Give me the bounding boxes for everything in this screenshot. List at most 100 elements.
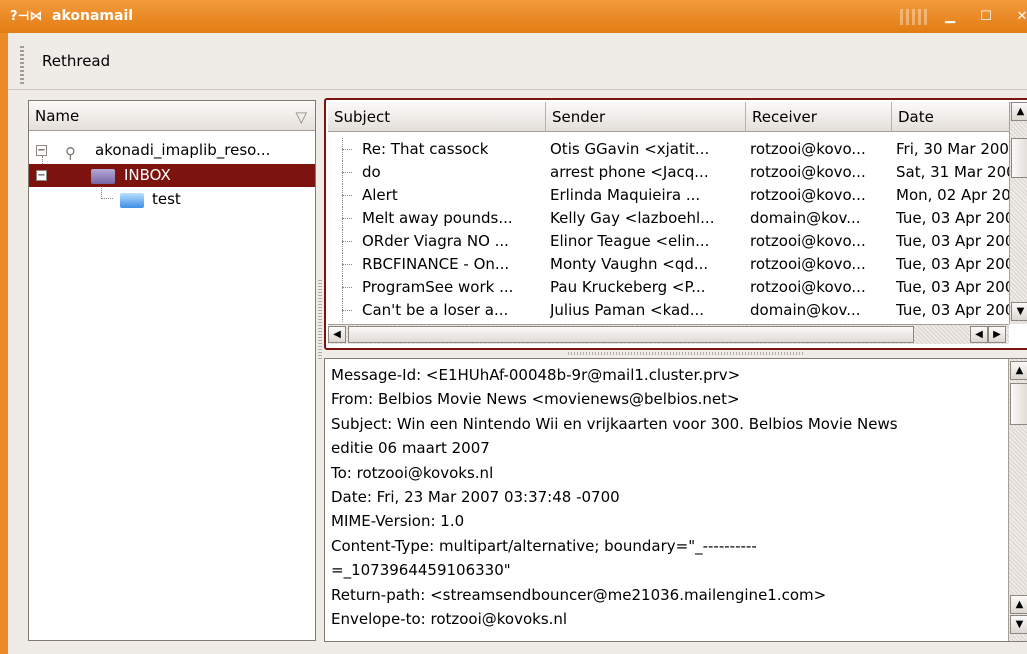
sender-cell: Monty Vaughn <qd... [550, 255, 709, 273]
title-decoration [900, 9, 930, 25]
title-bar[interactable]: ?⊣⋈ akonamail ▁ ☐ ✕ [0, 0, 1027, 33]
sender-cell: Erlinda Maquieira ... [550, 186, 701, 204]
sender-cell: Pau Kruckeberg <P... [550, 278, 706, 296]
date-cell: Tue, 03 Apr 2007 [896, 301, 1009, 319]
close-icon[interactable]: ✕ [1014, 9, 1027, 24]
folder-item-label: test [152, 190, 181, 208]
message-row[interactable]: Alert Erlinda Maquieira ... rotzooi@kovo..… [328, 184, 1009, 207]
subject-cell: Can't be a loser a... [362, 301, 509, 319]
message-list-hscrollbar[interactable]: ◀ ◀ ▶ [328, 324, 1009, 344]
message-list-viewport: Subject Sender Receiver Date Re: That ca… [328, 102, 1009, 346]
scroll-left-icon[interactable]: ◀ [970, 326, 988, 343]
thread-connector [342, 264, 352, 265]
scroll-thumb[interactable] [1010, 383, 1027, 425]
subject-cell: Alert [362, 186, 398, 204]
window-title: akonamail [52, 8, 134, 24]
sender-cell: Elinor Teague <elin... [550, 232, 710, 250]
sort-indicator-icon: ▽ [295, 108, 307, 126]
date-cell: Sat, 31 Mar 2007 [896, 163, 1009, 181]
message-row[interactable]: RBCFINANCE - On... Monty Vaughn <qd... rot… [328, 253, 1009, 276]
header-line: MIME-Version: 1.0 [331, 512, 465, 531]
scroll-down-icon[interactable]: ▼ [1010, 615, 1027, 634]
header-line: Return-path: <streamsendbouncer@me21036.… [331, 585, 827, 604]
thread-connector [342, 149, 352, 150]
receiver-cell: domain@kov... [750, 301, 861, 319]
receiver-cell: rotzooi@kovo... [750, 163, 866, 181]
folder-item-inbox[interactable]: − INBOX [29, 164, 315, 187]
sender-cell: Kelly Gay <lazboehl... [550, 209, 715, 227]
message-row[interactable]: do arrest phone <Jacq... rotzooi@kovo... Sa… [328, 161, 1009, 184]
folder-tree-header[interactable]: Name ▽ [29, 101, 315, 131]
sender-cell: Julius Paman <kad... [550, 301, 705, 319]
scroll-up-icon[interactable]: ▲ [1010, 361, 1027, 380]
folder-item-label: INBOX [124, 166, 171, 184]
receiver-cell: rotzooi@kovo... [750, 278, 866, 296]
scroll-left-icon[interactable]: ◀ [328, 326, 346, 343]
receiver-cell: rotzooi@kovo... [750, 140, 866, 158]
message-list-header: Subject Sender Receiver Date [328, 102, 1009, 132]
header-line: Date: Fri, 23 Mar 2007 03:37:48 -0700 [331, 488, 620, 507]
viewer-vscrollbar[interactable]: ▲ ▲ ▼ [1008, 359, 1027, 641]
thread-connector [342, 287, 352, 288]
date-column-header[interactable]: Date [892, 102, 1009, 132]
date-cell: Tue, 03 Apr 2007 [896, 278, 1009, 296]
folder-item-resource[interactable]: − ⚲ akonadi_imaplib_reso... [29, 139, 315, 162]
thread-connector [342, 172, 352, 173]
scroll-up-icon[interactable]: ▲ [1011, 102, 1027, 121]
date-cell: Tue, 03 Apr 2007 [896, 255, 1009, 273]
header-line: Content-Type: multipart/alternative; bou… [331, 536, 757, 555]
receiver-cell: rotzooi@kovo... [750, 232, 866, 250]
date-cell: Tue, 03 Apr 2007 [896, 232, 1009, 250]
thread-connector [342, 310, 352, 311]
message-row[interactable]: ORder Viagra NO ... Elinor Teague <elin..… [328, 230, 1009, 253]
date-cell: Fri, 30 Mar 2007 [896, 140, 1009, 158]
header-line: Envelope-to: rotzooi@kovoks.nl [331, 610, 568, 629]
date-cell: Mon, 02 Apr 2007 [896, 186, 1009, 204]
sender-column-header[interactable]: Sender [546, 102, 746, 132]
scroll-down-icon[interactable]: ▼ [1011, 302, 1027, 321]
folder-tree: Name ▽ − ⚲ akonadi_imaplib_reso... − INB… [28, 100, 316, 641]
folder-item-label: akonadi_imaplib_reso... [95, 141, 271, 159]
thread-connector [342, 218, 352, 219]
message-list: Subject Sender Receiver Date Re: That ca… [324, 98, 1027, 350]
message-row[interactable]: Can't be a loser a... Julius Paman <kad..… [328, 299, 1009, 322]
message-list-vscrollbar[interactable]: ▲ ▼ [1009, 102, 1027, 324]
subject-column-header[interactable]: Subject [328, 102, 546, 132]
minimize-icon[interactable]: ▁ [942, 9, 958, 24]
sender-cell: arrest phone <Jacq... [550, 163, 709, 181]
scroll-thumb[interactable] [1011, 138, 1027, 178]
app-window: ?⊣⋈ akonamail ▁ ☐ ✕ Rethread Name ▽ − ⚲ … [0, 0, 1027, 654]
scroll-up-icon[interactable]: ▲ [1010, 595, 1027, 614]
folder-icon [91, 169, 115, 184]
folder-item-test[interactable]: test [29, 188, 315, 211]
scroll-right-icon[interactable]: ▶ [988, 326, 1006, 343]
vertical-splitter-handle[interactable] [318, 280, 322, 360]
toolbar: Rethread [8, 34, 1027, 90]
message-headers-text: Message-Id: <E1HUhAf-00048b-9r@mail1.clu… [331, 363, 1003, 631]
name-column-header[interactable]: Name [29, 101, 315, 131]
folder-icon [120, 193, 144, 208]
message-row[interactable]: ProgramSee work ... Pau Kruckeberg <P... r… [328, 276, 1009, 299]
receiver-cell: rotzooi@kovo... [750, 255, 866, 273]
date-cell: Tue, 03 Apr 2007 [896, 209, 1009, 227]
header-line: From: Belbios Movie News <movienews@belb… [331, 390, 740, 409]
horizontal-splitter-handle[interactable] [568, 352, 804, 355]
collapse-icon[interactable]: − [36, 170, 47, 181]
app-menu-icon[interactable]: ?⊣⋈ [10, 9, 42, 24]
subject-cell: RBCFINANCE - On... [362, 255, 510, 273]
message-row[interactable]: Melt away pounds... Kelly Gay <lazboehl..… [328, 207, 1009, 230]
sender-cell: Otis GGavin <xjatit... [550, 140, 710, 158]
collapse-icon[interactable]: − [36, 145, 47, 156]
header-line: =_1073964459106330" [331, 561, 511, 580]
subject-cell: ORder Viagra NO ... [362, 232, 509, 250]
message-row[interactable]: Re: That cassock Otis GGavin <xjatit... ro… [328, 138, 1009, 161]
subject-cell: Re: That cassock [362, 140, 489, 158]
rethread-button[interactable]: Rethread [42, 52, 110, 70]
hscroll-thumb[interactable] [348, 326, 914, 343]
thread-connector [342, 241, 352, 242]
thread-connector [342, 195, 352, 196]
receiver-column-header[interactable]: Receiver [746, 102, 892, 132]
resource-plug-icon: ⚲ [65, 144, 76, 162]
toolbar-grip-handle[interactable] [20, 46, 24, 84]
maximize-icon[interactable]: ☐ [978, 9, 994, 24]
